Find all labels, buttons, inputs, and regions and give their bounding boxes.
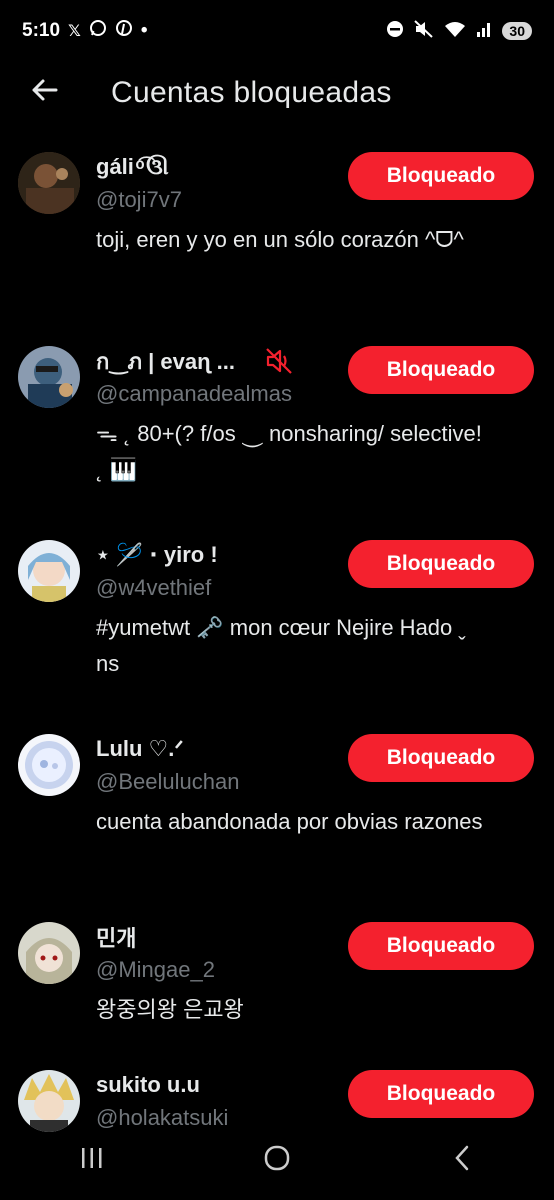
page-title: Cuentas bloqueadas xyxy=(111,76,392,109)
account-name: Lulu ♡.ᐟ xyxy=(96,736,184,761)
avatar[interactable] xyxy=(18,540,80,602)
system-nav-bar xyxy=(0,1132,554,1190)
back-button[interactable] xyxy=(22,71,66,115)
avatar[interactable] xyxy=(18,922,80,984)
header: Cuentas bloqueadas xyxy=(0,62,554,124)
avatar[interactable] xyxy=(18,1070,80,1132)
back-chevron-icon xyxy=(452,1145,472,1178)
x-icon: 𝕏 xyxy=(68,23,81,40)
mute-icon xyxy=(414,19,434,43)
blocked-button[interactable]: Bloqueado xyxy=(348,540,534,588)
account-name: ⋆ 🪡 ⋅ yiro ! xyxy=(96,542,218,567)
status-bar: 5:10 𝕏 • 30 xyxy=(0,0,554,62)
account-name: ก‿ภ | evaɳ ... xyxy=(96,348,236,374)
account-item[interactable]: 민개 @Mingae_2 왕중의왕 은교왕 Bloqueado xyxy=(0,910,554,1058)
wifi-icon xyxy=(444,20,466,43)
account-item[interactable]: gáli ͦ͡ ઊ @toji7v7 toji, eren y yo en un… xyxy=(0,140,554,334)
home-icon xyxy=(263,1145,291,1178)
avatar[interactable] xyxy=(18,734,80,796)
muted-speaker-icon xyxy=(265,347,293,375)
account-name: sukito u.u xyxy=(96,1072,200,1097)
recents-button[interactable] xyxy=(62,1145,122,1177)
dnd-icon xyxy=(386,20,404,43)
status-right: 30 xyxy=(386,19,532,43)
account-bio: cuenta abandonada por obvias razones xyxy=(96,809,483,834)
blocked-button[interactable]: Bloqueado xyxy=(348,346,534,394)
blocked-button[interactable]: Bloqueado xyxy=(348,1070,534,1118)
account-bio: ᯓ ˛ 80+(? f/os ⏝ nonsharing/ selective! … xyxy=(96,421,482,482)
status-time: 5:10 xyxy=(22,20,61,41)
account-item[interactable]: ก‿ภ | evaɳ ... @campanadealmas ᯓ ˛ 80+(?… xyxy=(0,334,554,528)
account-bio: 왕중의왕 은교왕 xyxy=(96,997,244,1022)
avatar[interactable] xyxy=(18,346,80,408)
account-name: gáli ͦ͡ ઊ xyxy=(96,154,169,179)
status-left: 5:10 𝕏 • xyxy=(22,19,148,43)
account-bio: #yumetwt 🗝️ mon cœur Nejire Hado ˬ ns xyxy=(96,615,466,676)
home-button[interactable] xyxy=(247,1144,307,1179)
battery-badge: 30 xyxy=(502,22,532,40)
nav-back-button[interactable] xyxy=(432,1144,492,1179)
blocked-button[interactable]: Bloqueado xyxy=(348,922,534,970)
account-bio: toji, eren y yo en un sólo corazón ^ᗜ^ xyxy=(96,227,464,252)
pinterest-icon xyxy=(115,19,133,43)
arrow-left-icon xyxy=(30,76,58,110)
whatsapp-icon xyxy=(89,19,107,43)
account-item[interactable]: ⋆ 🪡 ⋅ yiro ! @w4vethief #yumetwt 🗝️ mon … xyxy=(0,528,554,722)
recents-icon xyxy=(79,1145,105,1176)
dot-icon: • xyxy=(140,20,148,41)
account-name: 민개 xyxy=(96,926,137,951)
blocked-accounts-list: gáli ͦ͡ ઊ @toji7v7 toji, eren y yo en un… xyxy=(0,140,554,1158)
account-item[interactable]: Lulu ♡.ᐟ @Beeluluchan cuenta abandonada … xyxy=(0,722,554,910)
blocked-button[interactable]: Bloqueado xyxy=(348,734,534,782)
signal-icon xyxy=(476,20,492,43)
avatar[interactable] xyxy=(18,152,80,214)
blocked-button[interactable]: Bloqueado xyxy=(348,152,534,200)
